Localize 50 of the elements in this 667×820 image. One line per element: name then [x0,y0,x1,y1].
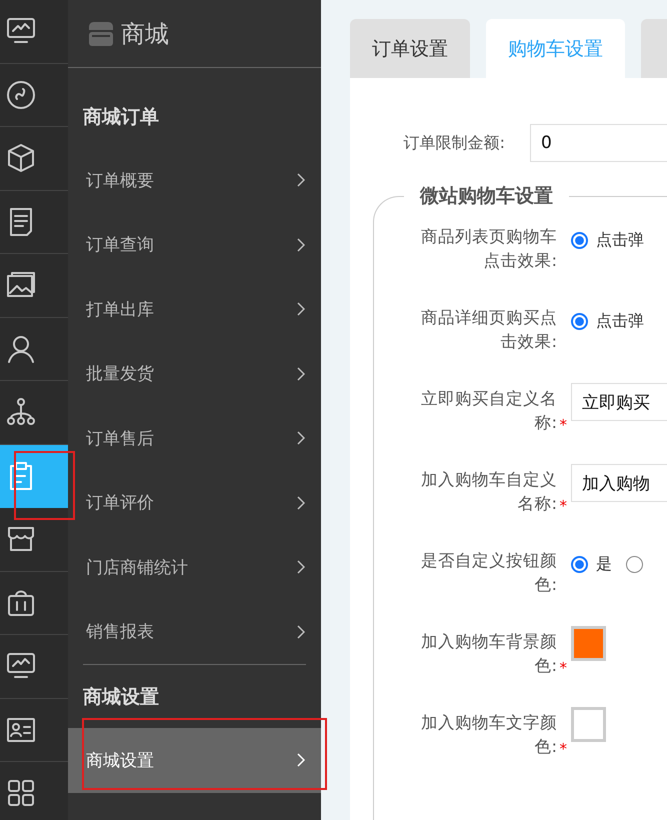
menu-item[interactable]: 订单查询 [68,212,321,277]
menu-section-heading: 商城设置 [82,685,160,708]
annotation-frame [14,450,75,520]
cube-icon [5,142,37,174]
field-label: 是否自定义按钮颜色: [420,550,557,596]
input-field[interactable]: 0 [530,124,667,162]
chevron-right-icon [297,302,305,316]
required-mark: * [560,496,567,516]
radio-label: 是 [596,554,612,574]
field-label: 加入购物车文字颜色: [420,712,557,758]
chevron-right-icon [297,238,305,252]
menu-item[interactable]: 销售报表 [68,600,321,664]
required-mark: * [560,658,567,678]
chevron-right-icon [297,431,305,446]
field-label: 商品详细页购买点击效果: [420,307,557,353]
input-field[interactable]: 立即购买 [571,383,667,421]
menu-item[interactable]: 订单概要 [68,148,321,212]
radio-label: 点击弹 [596,230,644,250]
chevron-right-icon [297,624,305,639]
tab[interactable]: 订单设置 [350,19,470,78]
menu-item[interactable]: 订单评价 [68,470,321,535]
color-swatch[interactable] [571,626,606,661]
field-label: 加入购物车背景颜色: [420,631,557,677]
menu-item[interactable]: 商城设置 [68,728,321,792]
menu-title: 商城 [121,18,169,50]
menu-section-heading: 商城订单 [82,105,160,128]
chevron-right-icon [297,496,305,510]
link-circle-icon [5,78,37,111]
menu-item[interactable]: 批量发货 [68,342,321,406]
color-swatch[interactable] [571,707,606,742]
field-label: 加入购物车自定义名称: [420,469,557,515]
field-label: 商品列表页购物车点击效果: [420,226,557,272]
input-field[interactable]: 加入购物 [571,464,667,502]
chevron-right-icon [297,366,305,381]
rail-item[interactable] [0,444,68,508]
radio-button[interactable] [571,312,588,330]
chevron-right-icon [297,753,305,768]
required-mark: * [560,739,567,759]
required-mark: * [560,415,567,435]
radio-label: 点击弹 [596,310,644,332]
chevron-right-icon [297,560,305,574]
field-label: 订单限制金额: [402,132,505,154]
radio-button[interactable] [571,232,588,248]
menu-item[interactable]: 打单出库 [68,277,321,342]
menu-item[interactable]: 订单售后 [68,406,321,470]
chevron-right-icon [297,173,305,188]
radio-button[interactable] [626,556,643,572]
field-label: 立即购买自定义名称: [420,388,557,434]
radio-button[interactable] [571,556,588,572]
menu-item[interactable]: 门店商铺统计 [68,535,321,600]
